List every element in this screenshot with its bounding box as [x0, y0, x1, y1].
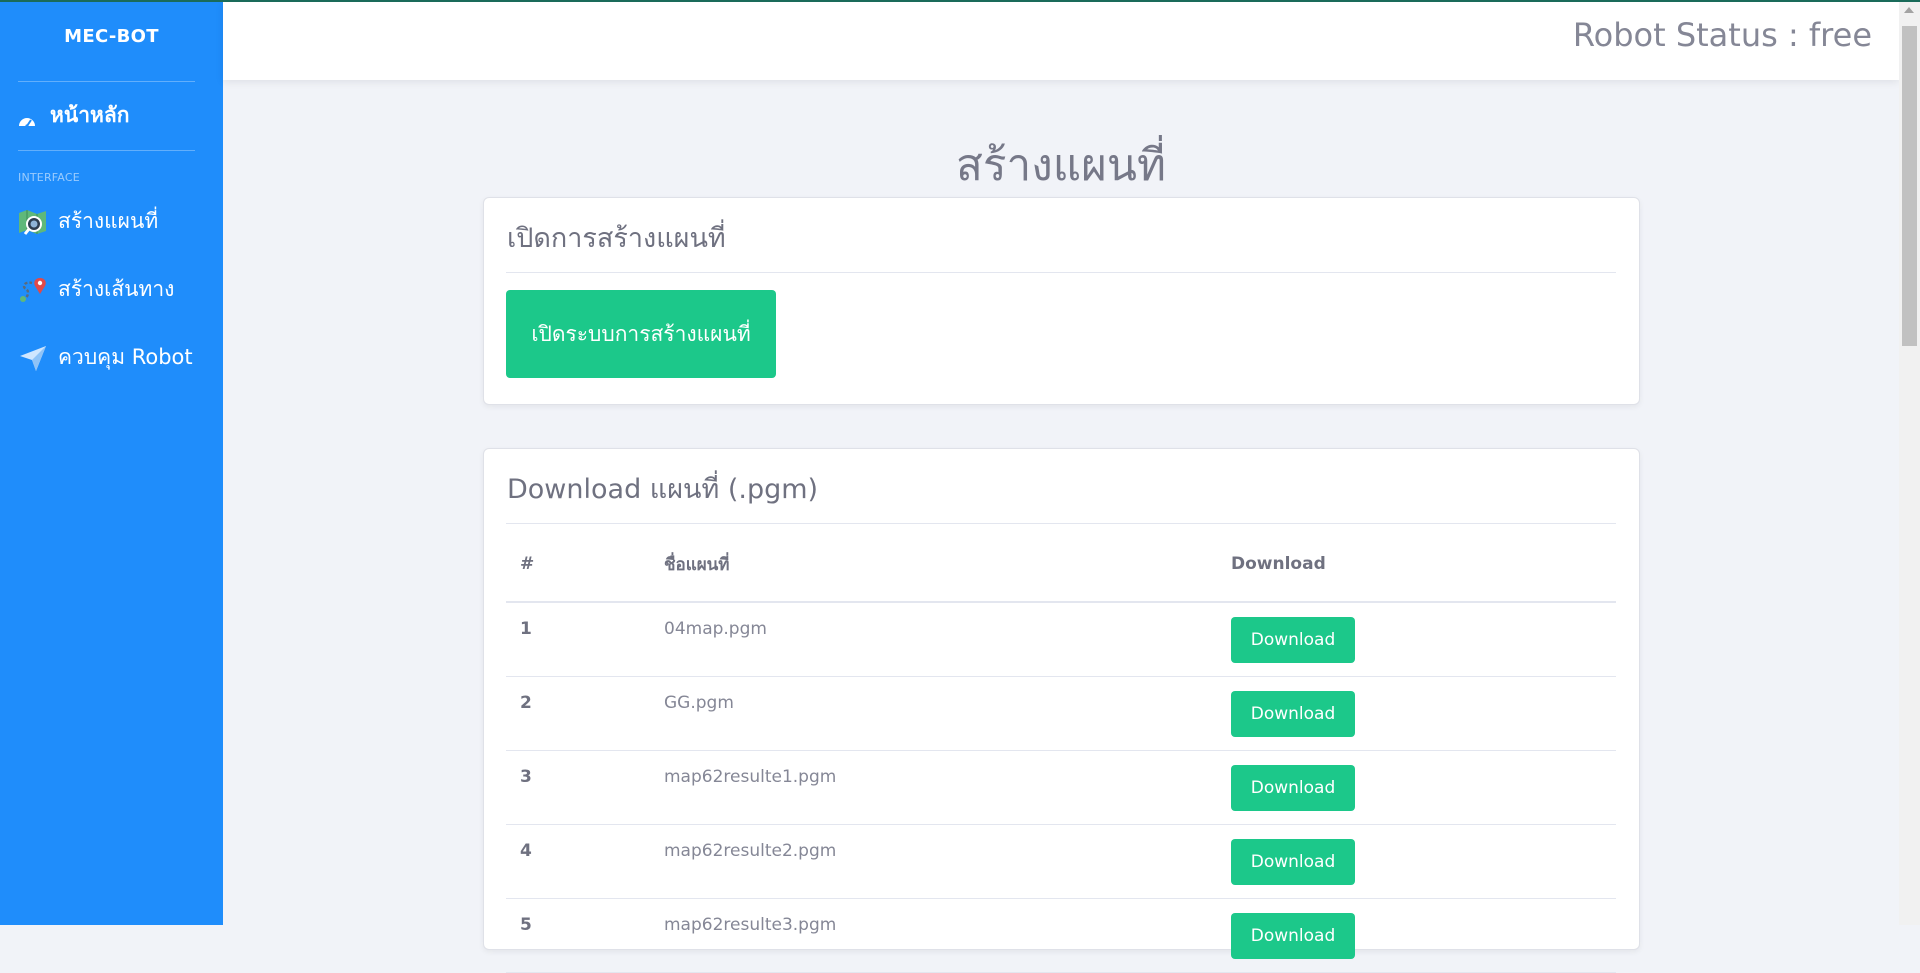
row-number: 3 — [506, 750, 650, 825]
download-cell: Download — [1217, 750, 1616, 825]
sidebar: MEC-BOT หน้าหลัก INTERFACE สร้างแผนที่ ส… — [0, 0, 223, 925]
download-button[interactable]: Download — [1231, 690, 1355, 737]
table-row: 2 GG.pgm Download — [506, 676, 1616, 751]
card-title: เปิดการสร้างแผนที่ — [507, 223, 726, 254]
sidebar-item-create-route[interactable]: สร้างเส้นทาง — [18, 273, 174, 306]
topbar: Robot Status : free — [223, 2, 1899, 80]
map-name: map62resulte1.pgm — [650, 750, 1217, 825]
sidebar-item-control-robot[interactable]: ควบคุม Robot — [18, 341, 193, 374]
start-mapping-button[interactable]: เปิดระบบการสร้างแผนที่ — [506, 290, 776, 378]
sidebar-item-label: ควบคุม Robot — [58, 345, 193, 369]
sidebar-item-create-map[interactable]: สร้างแผนที่ — [18, 205, 158, 238]
sidebar-divider — [18, 81, 195, 82]
top-accent-line — [0, 0, 1920, 2]
download-button[interactable]: Download — [1231, 617, 1355, 663]
row-number: 2 — [506, 676, 650, 751]
map-name: map62resulte2.pgm — [650, 824, 1217, 899]
card-divider — [506, 523, 1616, 524]
column-header-download: Download — [1217, 527, 1616, 603]
card-title: Download แผนที่ (.pgm) — [507, 474, 819, 505]
download-cell: Download — [1217, 898, 1616, 973]
download-button[interactable]: Download — [1231, 764, 1355, 811]
column-header-map-name: ชื่อแผนที่ — [650, 527, 1217, 603]
download-cell: Download — [1217, 602, 1616, 677]
sidebar-item-label: หน้าหลัก — [50, 103, 130, 127]
brand-name[interactable]: MEC-BOT — [0, 26, 223, 47]
download-cell: Download — [1217, 676, 1616, 751]
route-pin-icon — [18, 275, 48, 305]
row-number: 5 — [506, 898, 650, 973]
download-button[interactable]: Download — [1231, 912, 1355, 959]
page-scrollbar[interactable] — [1899, 0, 1920, 925]
map-name: GG.pgm — [650, 676, 1217, 751]
table-row: 1 04map.pgm Download — [506, 602, 1616, 677]
column-header-number: # — [506, 527, 650, 603]
page-title: สร้างแผนที่ — [956, 140, 1166, 191]
download-button[interactable]: Download — [1231, 838, 1355, 885]
speedometer-icon — [18, 109, 36, 128]
sidebar-section-label: INTERFACE — [18, 171, 80, 184]
maps-table: # ชื่อแผนที่ Download 1 04map.pgm Downlo… — [506, 527, 1616, 973]
sidebar-item-home[interactable]: หน้าหลัก — [18, 99, 129, 132]
paper-plane-icon — [18, 343, 48, 373]
table-row: 3 map62resulte1.pgm Download — [506, 750, 1616, 825]
map-search-icon — [18, 207, 48, 237]
table-row: 4 map62resulte2.pgm Download — [506, 824, 1616, 899]
row-number: 1 — [506, 602, 650, 677]
scroll-up-arrow-icon[interactable] — [1904, 7, 1914, 13]
download-cell: Download — [1217, 824, 1616, 899]
sidebar-item-label: สร้างแผนที่ — [58, 209, 159, 233]
create-map-card: เปิดการสร้างแผนที่ เปิดระบบการสร้างแผนที… — [483, 197, 1640, 405]
map-name: map62resulte3.pgm — [650, 898, 1217, 973]
sidebar-divider — [18, 150, 195, 151]
table-header-row: # ชื่อแผนที่ Download — [506, 527, 1616, 603]
card-divider — [506, 272, 1616, 273]
map-name: 04map.pgm — [650, 602, 1217, 677]
row-number: 4 — [506, 824, 650, 899]
robot-status-text: Robot Status : free — [1572, 16, 1872, 54]
download-maps-card: Download แผนที่ (.pgm) # ชื่อแผนที่ Down… — [483, 448, 1640, 973]
scrollbar-thumb[interactable] — [1902, 26, 1917, 346]
sidebar-item-label: สร้างเส้นทาง — [58, 277, 175, 301]
table-row: 5 map62resulte3.pgm Download — [506, 898, 1616, 973]
